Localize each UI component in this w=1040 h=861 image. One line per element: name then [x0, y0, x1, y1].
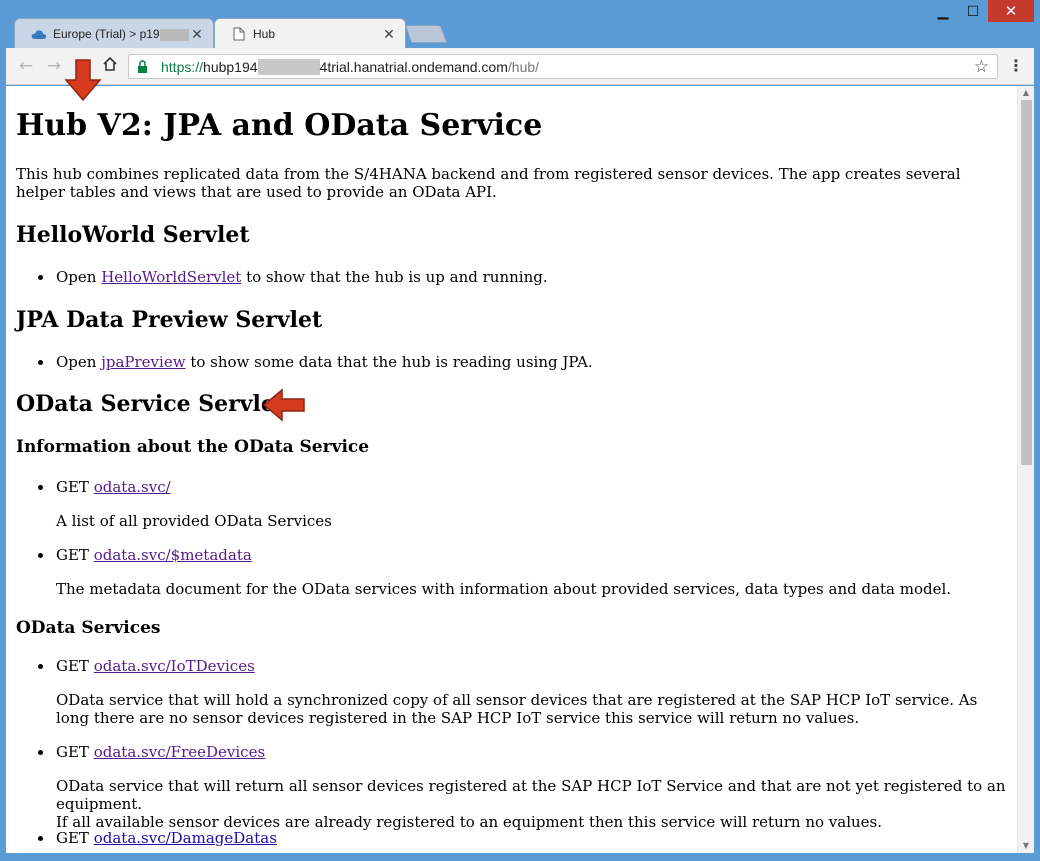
list-item: Open jpaPreview to show some data that t… [38, 353, 593, 371]
list-item: Open HelloWorldServlet to show that the … [38, 268, 548, 286]
item-description: The metadata document for the OData serv… [56, 580, 952, 598]
forward-arrow-icon[interactable]: → [44, 56, 64, 76]
odata-info-heading: Information about the OData Service [16, 437, 370, 457]
jpa-preview-link[interactable]: jpaPreview [101, 353, 185, 371]
tab-label: Europe (Trial) > p19 [53, 27, 189, 41]
odata-damagedatas-link[interactable]: odata.svc/DamageDatas [94, 829, 277, 847]
close-window-icon[interactable]: ✕ [988, 0, 1034, 22]
helloworld-heading: HelloWorld Servlet [16, 222, 250, 248]
tab-close-icon[interactable]: ✕ [189, 26, 205, 43]
item-description: A list of all provided OData Services [56, 512, 332, 530]
url-path: /hub/ [507, 58, 540, 75]
list-item: GET odata.svc/FreeDevices [37, 743, 266, 761]
item-description: OData service that will hold a synchroni… [56, 691, 978, 727]
list-item: GET odata.svc/DamageDatas [38, 829, 277, 847]
scroll-up-icon[interactable]: ▲ [1018, 86, 1034, 100]
jpa-heading: JPA Data Preview Servlet [16, 307, 323, 333]
lock-icon [137, 60, 151, 73]
bookmark-star-icon[interactable]: ☆ [974, 57, 989, 77]
page-icon [231, 27, 247, 41]
minimize-icon[interactable]: ▁ [930, 0, 956, 22]
address-bar[interactable]: https://hubp194 4trial.hanatrial.ondemand… [128, 54, 998, 79]
back-arrow-icon[interactable]: ← [16, 56, 36, 76]
odata-metadata-link[interactable]: odata.svc/$metadata [94, 546, 252, 564]
scrollbar-thumb[interactable] [1021, 100, 1032, 465]
helloworld-servlet-link[interactable]: HelloWorldServlet [101, 268, 241, 286]
url-host-start: hubp194 [203, 58, 258, 75]
odata-svc-link[interactable]: odata.svc/ [94, 478, 171, 496]
odata-iotdevices-link[interactable]: odata.svc/IoTDevices [94, 657, 255, 675]
maximize-icon[interactable]: ☐ [960, 0, 986, 22]
redacted-text [257, 58, 320, 75]
page-viewport: Hub V2: JPA and OData Service This hub c… [6, 86, 1034, 853]
intro-paragraph: This hub combines replicated data from t… [16, 165, 961, 201]
browser-toolbar: ← → https://hubp194 4trial.hanatrial.onde… [6, 48, 1034, 85]
tab-europe-trial[interactable]: Europe (Trial) > p19 ✕ [14, 18, 214, 49]
left-arrow-annotation-icon [262, 388, 305, 422]
odata-heading: OData Service Servlet [16, 391, 286, 417]
vertical-scrollbar[interactable]: ▲ ▼ [1017, 86, 1034, 853]
list-item: GET odata.svc/IoTDevices [38, 657, 255, 675]
menu-dots-icon[interactable]: ⋮ [1008, 56, 1024, 75]
scroll-down-icon[interactable]: ▼ [1018, 839, 1034, 853]
tab-label: Hub [253, 27, 276, 41]
odata-services-heading: OData Services [16, 618, 161, 638]
tab-hub[interactable]: Hub ✕ [214, 18, 406, 49]
window-bottom-border [0, 853, 1040, 861]
cloud-icon [31, 27, 47, 41]
url-host-end: 4trial.hanatrial.ondemand.com [319, 58, 508, 75]
redacted-text [159, 28, 189, 41]
down-arrow-annotation-icon [64, 59, 102, 102]
list-item: GET odata.svc/ [38, 478, 171, 496]
url-scheme: https:// [161, 58, 204, 75]
new-tab-button[interactable] [404, 25, 448, 43]
odata-freedevices-link[interactable]: odata.svc/FreeDevices [94, 743, 265, 761]
list-item: GET odata.svc/$metadata [38, 546, 252, 564]
tab-close-icon[interactable]: ✕ [381, 26, 397, 43]
item-description: OData service that will return all senso… [56, 777, 1006, 831]
page-title: Hub V2: JPA and OData Service [16, 108, 543, 143]
